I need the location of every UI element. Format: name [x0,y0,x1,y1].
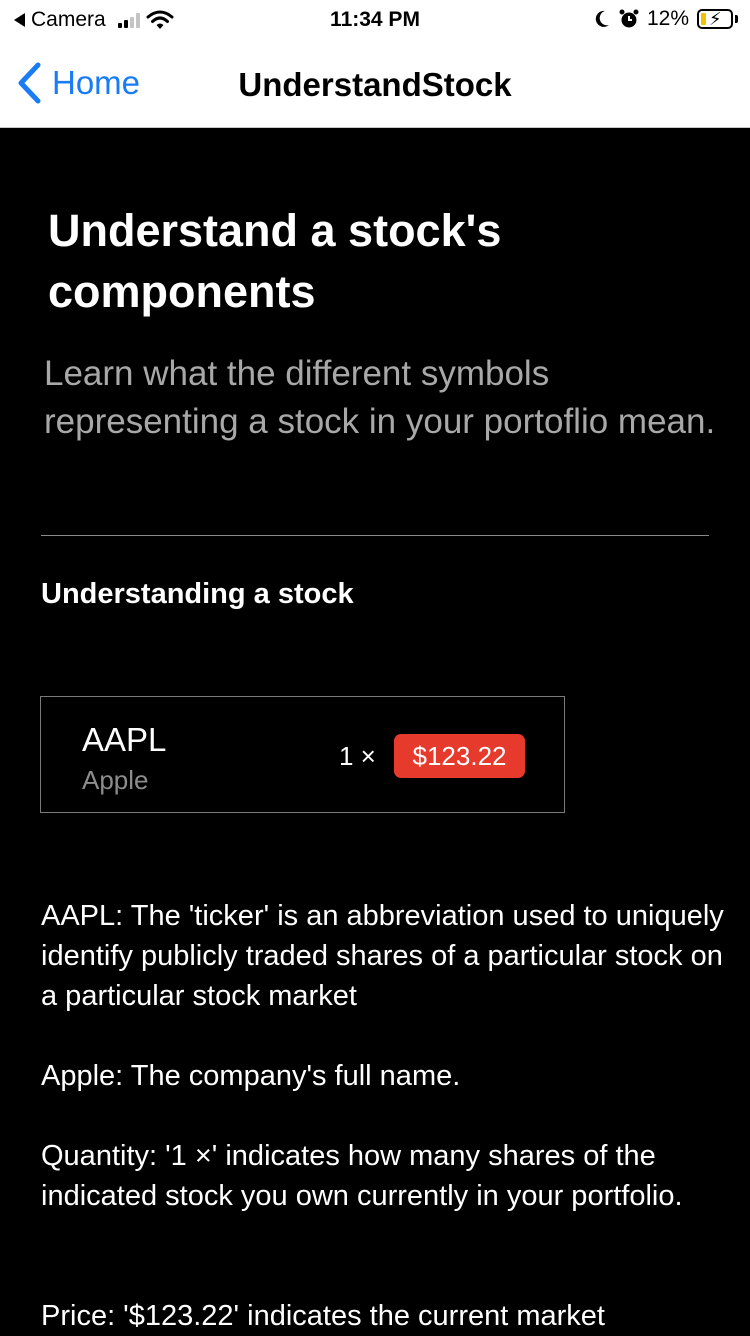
page-title: Understand a stock's components [48,205,502,317]
moon-icon [595,10,609,27]
stock-price-badge: $123.22 [394,734,525,778]
explanation-price: Price: '$123.22' indicates the current m… [41,1300,605,1332]
battery-cap [735,15,738,23]
alarm-icon [619,9,639,28]
nav-title: UnderstandStock [238,66,512,103]
explanation-quantity: Quantity: '1 ×' indicates how many share… [41,1140,683,1212]
page-subtitle: Learn what the different symbols represe… [44,354,716,441]
section-title: Understanding a stock [41,578,354,610]
status-bar: Camera 11:34 PM 12% ⚡ [0,0,750,40]
stock-quantity: 1 × [339,741,376,771]
stock-card[interactable]: AAPL Apple 1 × $123.22 [40,696,565,813]
navigation-bar: Home UnderstandStock [0,40,750,128]
battery-icon: ⚡ [697,9,733,29]
top-bar: Camera 11:34 PM 12% ⚡ Home UnderstandSto… [0,0,750,128]
explanation-company: Apple: The company's full name. [41,1060,461,1092]
divider [41,535,709,536]
status-right: 12% ⚡ [593,7,738,31]
stock-ticker: AAPL [82,721,167,758]
battery-percent: 12% [646,7,689,30]
explanation-ticker: AAPL: The 'ticker' is an abbreviation us… [41,900,724,1012]
stock-company-name: Apple [82,765,149,795]
